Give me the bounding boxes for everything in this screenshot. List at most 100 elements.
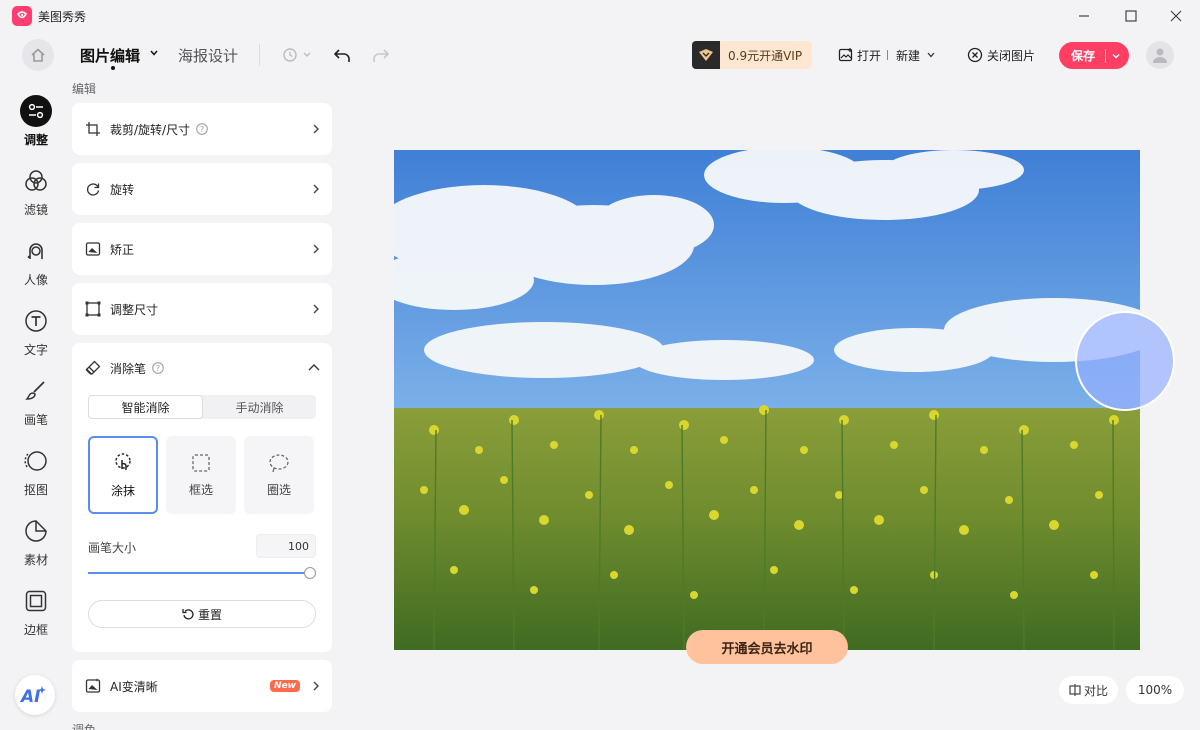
brush-cursor-preview — [1075, 311, 1175, 411]
ai-icon: AI — [19, 686, 46, 707]
nav-item-portrait[interactable]: 人像 — [14, 235, 58, 295]
nav-label: 抠图 — [23, 483, 48, 497]
correct-icon — [84, 240, 102, 258]
chevron-right-icon — [312, 243, 320, 255]
mode-box-select[interactable]: 框选 — [166, 436, 236, 514]
slider-thumb[interactable] — [304, 567, 316, 579]
canvas-image[interactable] — [394, 150, 1140, 650]
chevron-up-icon[interactable] — [308, 363, 320, 371]
row-resize[interactable]: 调整尺寸 — [72, 283, 332, 335]
vip-label: 0.9元开通VIP — [728, 48, 803, 63]
nav-item-text[interactable]: 文字 — [14, 305, 58, 365]
seg-manual-erase[interactable]: 手动消除 — [203, 395, 316, 419]
eraser-panel: 消除笔 ? 智能消除 手动消除 涂抹 框选 圈选 画笔大小 100 重置 — [72, 343, 332, 652]
app-logo-icon — [12, 6, 32, 26]
brush-size-input[interactable]: 100 — [256, 534, 316, 558]
open-image-icon[interactable] — [838, 47, 854, 63]
undo-icon[interactable] — [331, 44, 353, 66]
eraser-header[interactable]: 消除笔 ? — [84, 359, 164, 377]
chevron-right-icon — [312, 303, 320, 315]
remove-watermark-button[interactable]: 开通会员去水印 — [686, 630, 848, 664]
compare-button[interactable]: 对比 — [1059, 676, 1118, 704]
home-button[interactable] — [22, 39, 54, 71]
portrait-icon — [20, 235, 52, 267]
section-title-color: 调色 — [72, 723, 97, 730]
nav-label: 滤镜 — [23, 203, 48, 217]
seg-smart-erase[interactable]: 智能消除 — [88, 395, 203, 419]
svg-text:?: ? — [200, 125, 204, 134]
nav-label: 素材 — [23, 553, 48, 567]
compare-icon — [1069, 684, 1081, 696]
cutout-icon — [20, 445, 52, 477]
sticker-icon — [20, 515, 52, 547]
close-window-icon[interactable] — [1164, 4, 1188, 28]
svg-text:AI: AI — [19, 687, 40, 707]
nav-label: 人像 — [23, 273, 48, 287]
ai-clear-icon — [84, 677, 102, 695]
chevron-down-icon[interactable] — [926, 50, 936, 60]
nav-label: 调整 — [23, 133, 48, 147]
mode-label: 框选 — [188, 482, 213, 497]
vip-crown-icon — [692, 41, 720, 69]
nav-label: 文字 — [23, 343, 48, 357]
brush-size-slider[interactable] — [88, 572, 310, 574]
vip-button[interactable]: 0.9元开通VIP — [692, 41, 812, 69]
open-button[interactable]: 打开 — [857, 47, 881, 64]
smear-icon — [112, 452, 134, 474]
reset-button[interactable]: 重置 — [88, 600, 316, 628]
box-select-icon — [191, 453, 211, 473]
row-label: 裁剪/旋转/尺寸 — [110, 122, 191, 137]
row-label: 旋转 — [110, 182, 135, 197]
brush-size-label: 画笔大小 — [88, 541, 137, 555]
section-title-edit: 编辑 — [72, 82, 97, 96]
save-button[interactable]: 保存 — [1059, 42, 1129, 69]
nav-item-adjust[interactable]: 调整 — [14, 95, 58, 155]
maximize-icon[interactable] — [1119, 4, 1143, 28]
reset-icon — [182, 608, 194, 620]
mode-lasso-select[interactable]: 圈选 — [244, 436, 314, 514]
active-tab-indicator — [111, 66, 115, 70]
nav-label: 边框 — [23, 623, 48, 637]
close-image-button[interactable]: 关闭图片 — [987, 47, 1035, 64]
eraser-title: 消除笔 — [110, 361, 147, 376]
chevron-right-icon — [312, 183, 320, 195]
ai-assistant-button[interactable]: AI — [15, 675, 55, 715]
row-rotate[interactable]: 旋转 — [72, 163, 332, 215]
nav-item-sticker[interactable]: 素材 — [14, 515, 58, 575]
zoom-level-button[interactable]: 100% — [1126, 676, 1184, 704]
mode-label: 涂抹 — [110, 483, 135, 498]
nav-item-frame[interactable]: 边框 — [14, 585, 58, 645]
chevron-down-icon[interactable] — [149, 48, 159, 58]
nav-item-filter[interactable]: 滤镜 — [14, 165, 58, 225]
row-ai-clear[interactable]: AI变清晰 New — [72, 660, 332, 712]
row-label: AI变清晰 — [110, 679, 158, 694]
tab-image-edit[interactable]: 图片编辑 — [80, 45, 140, 66]
row-label: 矫正 — [110, 242, 135, 257]
chevron-right-icon — [312, 123, 320, 135]
row-crop[interactable]: 裁剪/旋转/尺寸 ? — [72, 103, 332, 155]
help-icon[interactable]: ? — [196, 123, 208, 135]
divider — [259, 44, 260, 66]
minimize-icon[interactable] — [1072, 4, 1096, 28]
chevron-down-icon[interactable] — [1106, 51, 1121, 61]
mode-smear[interactable]: 涂抹 — [88, 436, 158, 514]
svg-text:?: ? — [156, 364, 160, 373]
title-bar: 美图秀秀 — [0, 0, 1200, 32]
history-icon[interactable] — [280, 45, 314, 65]
filter-icon — [20, 165, 52, 197]
close-image-icon[interactable] — [967, 47, 983, 63]
redo-icon[interactable] — [370, 44, 392, 66]
chevron-right-icon — [312, 680, 320, 692]
eraser-icon — [84, 359, 102, 377]
nav-item-cutout[interactable]: 抠图 — [14, 445, 58, 505]
reset-label: 重置 — [197, 607, 222, 622]
row-correct[interactable]: 矫正 — [72, 223, 332, 275]
nav-item-brush[interactable]: 画笔 — [14, 375, 58, 435]
avatar[interactable] — [1146, 41, 1174, 69]
new-badge: New — [270, 680, 300, 692]
tab-poster-design[interactable]: 海报设计 — [178, 45, 238, 66]
new-button[interactable]: 新建 — [896, 47, 920, 64]
help-icon[interactable]: ? — [152, 362, 164, 374]
nav-label: 画笔 — [23, 413, 48, 427]
frame-icon — [20, 585, 52, 617]
